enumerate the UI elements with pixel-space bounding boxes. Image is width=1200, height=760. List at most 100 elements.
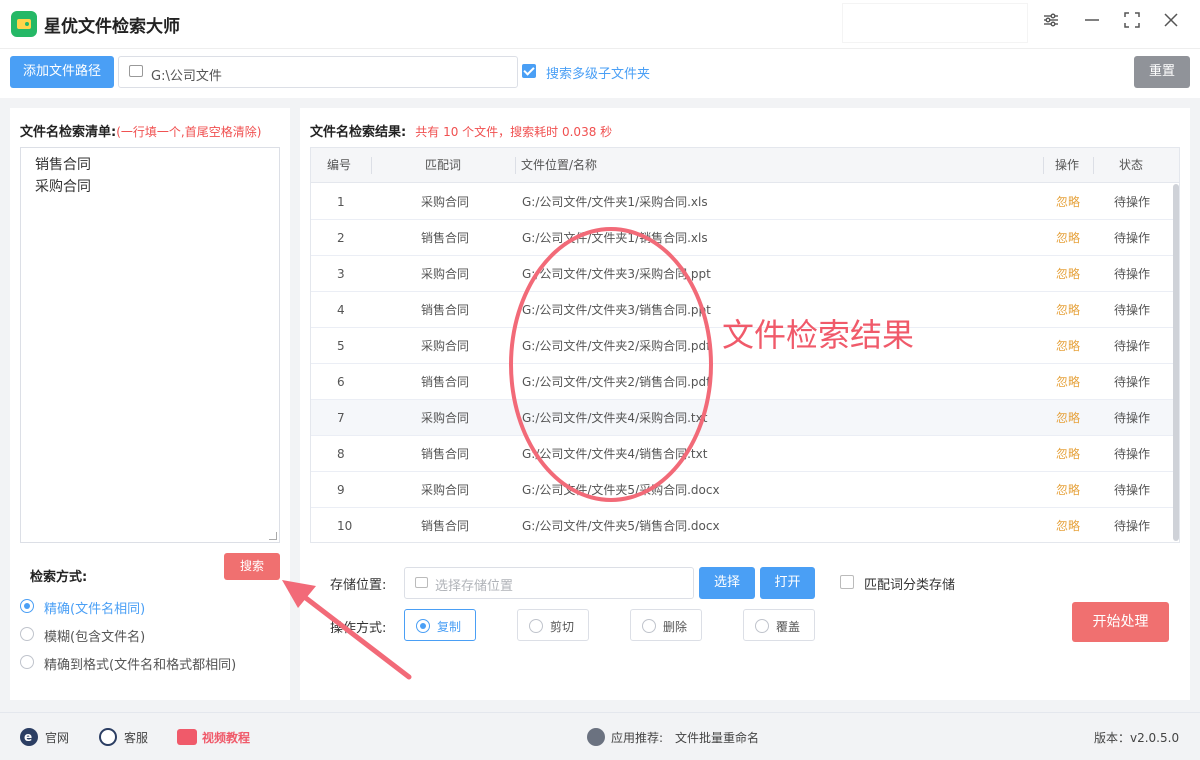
method-label-fuzzy[interactable]: 模糊(包含文件名) [44, 626, 145, 645]
cell-status: 待操作 [1114, 195, 1151, 209]
results-panel: 文件名检索结果: 共有 10 个文件，搜索耗时 0.038 秒 编号 匹配词 文… [300, 108, 1190, 700]
cell-number: 8 [337, 447, 345, 461]
cell-match: 采购合同 [421, 411, 470, 425]
cell-match: 销售合同 [421, 447, 470, 461]
list-title: 文件名检索清单:(一行填一个,首尾空格清除) [20, 125, 262, 140]
results-title: 文件名检索结果: 共有 10 个文件，搜索耗时 0.038 秒 [310, 125, 613, 140]
open-button[interactable]: 打开 [760, 567, 815, 599]
table-row[interactable]: 1 采购合同 G:/公司文件/文件夹1/采购合同.xls 忽略 待操作 [311, 184, 1179, 220]
path-input[interactable]: G:\公司文件 [118, 56, 518, 88]
title-search-area [842, 3, 1028, 43]
table-row[interactable]: 3 采购合同 G:/公司文件/文件夹3/采购合同.ppt 忽略 待操作 [311, 256, 1179, 292]
folder-icon [415, 577, 428, 588]
ignore-action-link[interactable]: 忽略 [1056, 400, 1080, 436]
method-radio-exact[interactable] [20, 599, 34, 613]
table-row[interactable]: 7 采购合同 G:/公司文件/文件夹4/采购合同.txt 忽略 待操作 [311, 400, 1179, 436]
ignore-action-link[interactable]: 忽略 [1056, 256, 1080, 292]
settings-sliders-icon[interactable] [1037, 10, 1065, 38]
search-list-textarea[interactable]: 销售合同 采购合同 [20, 147, 280, 543]
cell-match: 销售合同 [421, 231, 470, 245]
cell-number: 5 [337, 339, 345, 353]
method-radio-format[interactable] [20, 655, 34, 669]
close-icon[interactable] [1157, 10, 1185, 38]
add-path-button[interactable]: 添加文件路径 [10, 56, 114, 88]
cell-status: 待操作 [1114, 411, 1151, 425]
ie-icon: e [20, 728, 38, 746]
table-row[interactable]: 9 采购合同 G:/公司文件/文件夹5/采购合同.docx 忽略 待操作 [311, 472, 1179, 508]
operation-option-delete[interactable]: 删除 [630, 609, 702, 641]
list-line: 销售合同 [35, 157, 91, 173]
col-match: 匹配词 [425, 158, 462, 172]
cell-number: 9 [337, 483, 345, 497]
cell-status: 待操作 [1114, 231, 1151, 245]
cell-match: 采购合同 [421, 195, 470, 209]
version-label: 版本：v2.0.5.0 [1094, 731, 1180, 745]
method-label-format[interactable]: 精确到格式(文件名和格式都相同) [44, 654, 236, 673]
cell-match: 销售合同 [421, 303, 470, 317]
ignore-action-link[interactable]: 忽略 [1056, 472, 1080, 508]
overwrite-radio[interactable] [755, 619, 769, 633]
col-path: 文件位置/名称 [521, 158, 598, 172]
start-process-button[interactable]: 开始处理 [1072, 602, 1169, 642]
operation-option-overwrite[interactable]: 覆盖 [743, 609, 815, 641]
ignore-action-link[interactable]: 忽略 [1056, 508, 1080, 542]
cell-path: G:/公司文件/文件夹1/采购合同.xls [522, 195, 708, 209]
subfolder-label[interactable]: 搜索多级子文件夹 [546, 63, 650, 82]
cell-match: 采购合同 [421, 267, 470, 281]
classify-checkbox[interactable] [840, 575, 854, 589]
operation-option-cut[interactable]: 剪切 [517, 609, 589, 641]
table-scrollbar[interactable] [1173, 184, 1179, 541]
ignore-action-link[interactable]: 忽略 [1056, 364, 1080, 400]
maximize-icon[interactable] [1118, 10, 1146, 38]
website-link[interactable]: 官网 [45, 729, 69, 746]
ignore-action-link[interactable]: 忽略 [1056, 328, 1080, 364]
ignore-action-link[interactable]: 忽略 [1056, 220, 1080, 256]
table-row[interactable]: 6 销售合同 G:/公司文件/文件夹2/销售合同.pdf 忽略 待操作 [311, 364, 1179, 400]
table-body: 1 采购合同 G:/公司文件/文件夹1/采购合同.xls 忽略 待操作 2 销售合同 G:/公… [311, 184, 1179, 542]
cell-number: 6 [337, 375, 345, 389]
table-row[interactable]: 2 销售合同 G:/公司文件/文件夹1/销售合同.xls 忽略 待操作 [311, 220, 1179, 256]
cell-status: 待操作 [1114, 375, 1151, 389]
table-row[interactable]: 8 销售合同 G:/公司文件/文件夹4/销售合同.txt 忽略 待操作 [311, 436, 1179, 472]
toolbar: 添加文件路径 G:\公司文件 搜索多级子文件夹 重置 [0, 48, 1200, 98]
subfolder-checkbox[interactable] [522, 64, 536, 78]
choose-button[interactable]: 选择 [699, 567, 755, 599]
cell-status: 待操作 [1114, 267, 1151, 281]
cut-radio[interactable] [529, 619, 543, 633]
cell-status: 待操作 [1114, 447, 1151, 461]
delete-radio[interactable] [642, 619, 656, 633]
recommend-app-link[interactable]: 文件批量重命名 [675, 729, 759, 746]
copy-radio[interactable] [416, 619, 430, 633]
chat-icon [99, 728, 117, 746]
path-value: G:\公司文件 [151, 69, 222, 84]
storage-placeholder: 选择存储位置 [435, 579, 514, 594]
cell-match: 采购合同 [421, 483, 470, 497]
annotation-text: 文件检索结果 [722, 316, 915, 354]
list-line: 采购合同 [35, 179, 91, 195]
storage-path-input[interactable]: 选择存储位置 [404, 567, 694, 599]
ignore-action-link[interactable]: 忽略 [1056, 436, 1080, 472]
table-row[interactable]: 10 销售合同 G:/公司文件/文件夹5/销售合同.docx 忽略 待操作 [311, 508, 1179, 542]
support-link[interactable]: 客服 [124, 729, 148, 746]
recommend-prefix: 应用推荐: [611, 731, 664, 745]
method-radio-fuzzy[interactable] [20, 627, 34, 641]
ignore-action-link[interactable]: 忽略 [1056, 184, 1080, 220]
classify-label[interactable]: 匹配词分类存储 [864, 574, 955, 593]
reset-button[interactable]: 重置 [1134, 56, 1190, 88]
method-label-exact[interactable]: 精确(文件名相同) [44, 598, 145, 617]
link-icon [587, 728, 605, 746]
cell-match: 销售合同 [421, 519, 470, 533]
cell-path: G:/公司文件/文件夹5/销售合同.docx [522, 519, 720, 533]
tutorial-link[interactable]: 视频教程 [202, 729, 250, 746]
resize-handle[interactable] [269, 532, 277, 540]
wallet-icon [11, 11, 37, 37]
search-button[interactable]: 搜索 [224, 553, 280, 580]
cell-status: 待操作 [1114, 303, 1151, 317]
ignore-action-link[interactable]: 忽略 [1056, 292, 1080, 328]
annotation-ellipse [509, 227, 713, 502]
search-list-panel: 文件名检索清单:(一行填一个,首尾空格清除) 销售合同 采购合同 检索方式: 搜… [10, 108, 290, 700]
col-action: 操作 [1055, 158, 1080, 172]
minimize-icon[interactable] [1078, 10, 1106, 38]
cell-status: 待操作 [1114, 519, 1151, 533]
table-header: 编号 匹配词 文件位置/名称 操作 状态 [311, 148, 1179, 183]
